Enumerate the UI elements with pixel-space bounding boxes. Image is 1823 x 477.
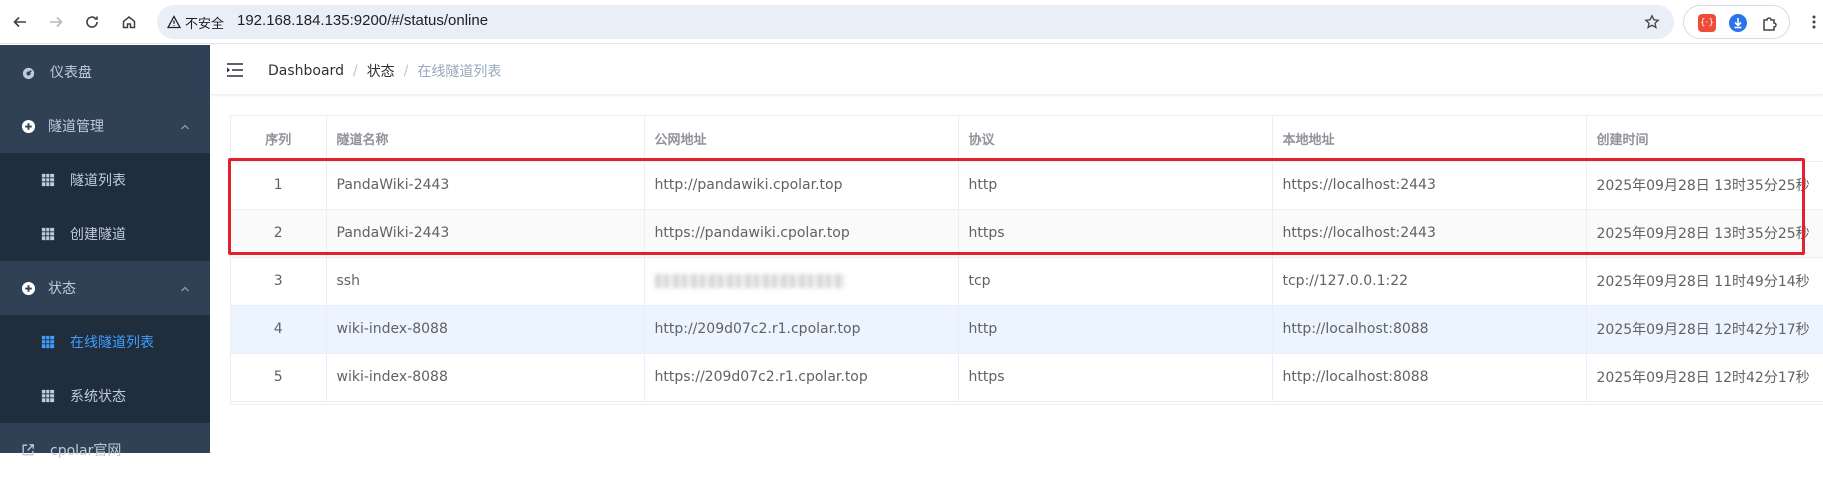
back-icon[interactable]	[8, 10, 32, 34]
sidebar-item-label: 在线隧道列表	[70, 335, 154, 351]
cell-created-time: 2025年09月28日 12时42分17秒	[1586, 305, 1823, 354]
forward-icon[interactable]	[44, 10, 68, 34]
column-header-index: 序列	[231, 116, 327, 162]
breadcrumb-separator: /	[403, 63, 409, 79]
cell-protocol: tcp	[958, 257, 1273, 306]
sidebar-item-dashboard[interactable]: 仪表盘	[0, 45, 210, 99]
column-header-local-address: 本地地址	[1272, 116, 1587, 162]
url-text[interactable]: 192.168.184.135:9200/#/status/online	[237, 12, 488, 29]
cell-created-time: 2025年09月28日 12时42分17秒	[1586, 353, 1823, 402]
cell-public-url[interactable]: https://pandawiki.cpolar.top	[644, 209, 959, 258]
plus-circle-icon	[20, 118, 36, 134]
table-row[interactable]: 3 ssh tcp tcp://127.0.0.1:22 2025年09月28日…	[231, 257, 1823, 306]
column-header-protocol: 协议	[958, 116, 1273, 162]
sidebar-item-tunnel-management[interactable]: 隧道管理	[0, 99, 210, 153]
plus-circle-icon	[20, 280, 36, 296]
breadcrumb-separator: /	[352, 63, 358, 79]
cell-created-time: 2025年09月28日 13时35分25秒	[1586, 161, 1823, 210]
redacted-blur	[654, 274, 845, 288]
cell-public-url[interactable]: https://209d07c2.r1.cpolar.top	[644, 353, 959, 402]
column-header-name: 隧道名称	[326, 116, 645, 162]
cell-local-address: http://localhost:8088	[1272, 353, 1587, 402]
sidebar-item-create-tunnel[interactable]: 创建隧道	[0, 207, 210, 261]
security-label: 不安全	[185, 16, 225, 32]
reload-icon[interactable]	[80, 10, 104, 34]
sidebar-item-cpolar-site[interactable]: cpolar官网	[0, 423, 210, 477]
cell-local-address: https://localhost:2443	[1272, 161, 1587, 210]
column-header-created-time: 创建时间	[1586, 116, 1823, 162]
table-header-row: 序列 隧道名称 公网地址 协议 本地地址 创建时间	[231, 116, 1823, 162]
warning-icon	[167, 15, 181, 29]
cell-index: 1	[231, 161, 327, 210]
sidebar-item-label: 系统状态	[70, 389, 126, 405]
extensions-group: {·}	[1683, 5, 1790, 39]
cell-protocol: https	[958, 209, 1273, 258]
breadcrumb-item-current: 在线隧道列表	[417, 64, 502, 80]
table-icon	[40, 172, 56, 188]
breadcrumb: Dashboard / 状态 / 在线隧道列表	[268, 61, 501, 81]
sidebar-item-label: 隧道列表	[70, 173, 126, 189]
cell-local-address: tcp://127.0.0.1:22	[1272, 257, 1587, 306]
cell-name: PandaWiki-2443	[326, 209, 645, 258]
sidebar: 仪表盘 隧道管理 隧道列表 创建隧道 状态 在线隧道列表 系统状态 cpolar…	[0, 45, 210, 459]
breadcrumb-item-status[interactable]: 状态	[367, 61, 395, 81]
sidebar-item-label: cpolar官网	[50, 443, 122, 459]
cell-public-url[interactable]: http://pandawiki.cpolar.top	[644, 161, 959, 210]
cell-created-time: 2025年09月28日 13时35分25秒	[1586, 209, 1823, 258]
cell-local-address: https://localhost:2443	[1272, 209, 1587, 258]
sidebar-item-system-status[interactable]: 系统状态	[0, 369, 210, 423]
hamburger-icon[interactable]	[226, 61, 244, 79]
cell-protocol: https	[958, 353, 1273, 402]
cell-index: 5	[231, 353, 327, 402]
cell-public-url-redacted	[644, 257, 959, 306]
sidebar-item-label: 仪表盘	[50, 65, 92, 81]
sidebar-item-tunnel-list[interactable]: 隧道列表	[0, 153, 210, 207]
bookmark-star-icon[interactable]	[1640, 10, 1664, 34]
security-indicator[interactable]: 不安全	[167, 13, 225, 32]
cell-name: ssh	[326, 257, 645, 306]
top-navbar: Dashboard / 状态 / 在线隧道列表	[210, 45, 1823, 95]
table-icon	[40, 226, 56, 242]
sidebar-item-label: 创建隧道	[70, 227, 126, 243]
table-row[interactable]: 1 PandaWiki-2443 http://pandawiki.cpolar…	[231, 161, 1823, 210]
column-header-public-url: 公网地址	[644, 116, 959, 162]
chevron-up-icon	[180, 120, 190, 130]
cell-name: wiki-index-8088	[326, 353, 645, 402]
extensions-puzzle-icon[interactable]	[1761, 14, 1779, 32]
external-link-icon	[20, 442, 36, 458]
cell-protocol: http	[958, 305, 1273, 354]
extension-json-icon[interactable]: {·}	[1698, 14, 1716, 32]
table-row[interactable]: 5 wiki-index-8088 https://209d07c2.r1.cp…	[231, 353, 1823, 402]
extension-download-icon[interactable]	[1729, 14, 1747, 32]
cell-index: 3	[231, 257, 327, 306]
cell-protocol: http	[958, 161, 1273, 210]
cell-index: 4	[231, 305, 327, 354]
sidebar-item-online-tunnels[interactable]: 在线隧道列表	[0, 315, 210, 369]
online-tunnels-table: 序列 隧道名称 公网地址 协议 本地地址 创建时间 1 PandaWiki-24…	[230, 115, 1823, 405]
sidebar-item-label: 隧道管理	[48, 119, 104, 135]
cell-local-address: http://localhost:8088	[1272, 305, 1587, 354]
table-icon	[40, 334, 56, 350]
browser-toolbar: 不安全 192.168.184.135:9200/#/status/online…	[0, 0, 1823, 44]
chevron-up-icon	[180, 282, 190, 292]
breadcrumb-item-dashboard[interactable]: Dashboard	[268, 63, 344, 79]
cell-index: 2	[231, 209, 327, 258]
table-icon	[40, 388, 56, 404]
table-row[interactable]: 4 wiki-index-8088 http://209d07c2.r1.cpo…	[231, 305, 1823, 354]
table-row[interactable]: 2 PandaWiki-2443 https://pandawiki.cpola…	[231, 209, 1823, 258]
dashboard-icon	[20, 64, 36, 80]
cell-name: wiki-index-8088	[326, 305, 645, 354]
home-icon[interactable]	[117, 10, 141, 34]
cell-public-url[interactable]: http://209d07c2.r1.cpolar.top	[644, 305, 959, 354]
menu-kebab-icon[interactable]	[1808, 14, 1820, 30]
cell-created-time: 2025年09月28日 11时49分14秒	[1586, 257, 1823, 306]
main-content: Dashboard / 状态 / 在线隧道列表 序列 隧道名称 公网地址 协议 …	[210, 45, 1823, 453]
cell-name: PandaWiki-2443	[326, 161, 645, 210]
sidebar-item-status[interactable]: 状态	[0, 261, 210, 315]
sidebar-item-label: 状态	[48, 281, 76, 297]
